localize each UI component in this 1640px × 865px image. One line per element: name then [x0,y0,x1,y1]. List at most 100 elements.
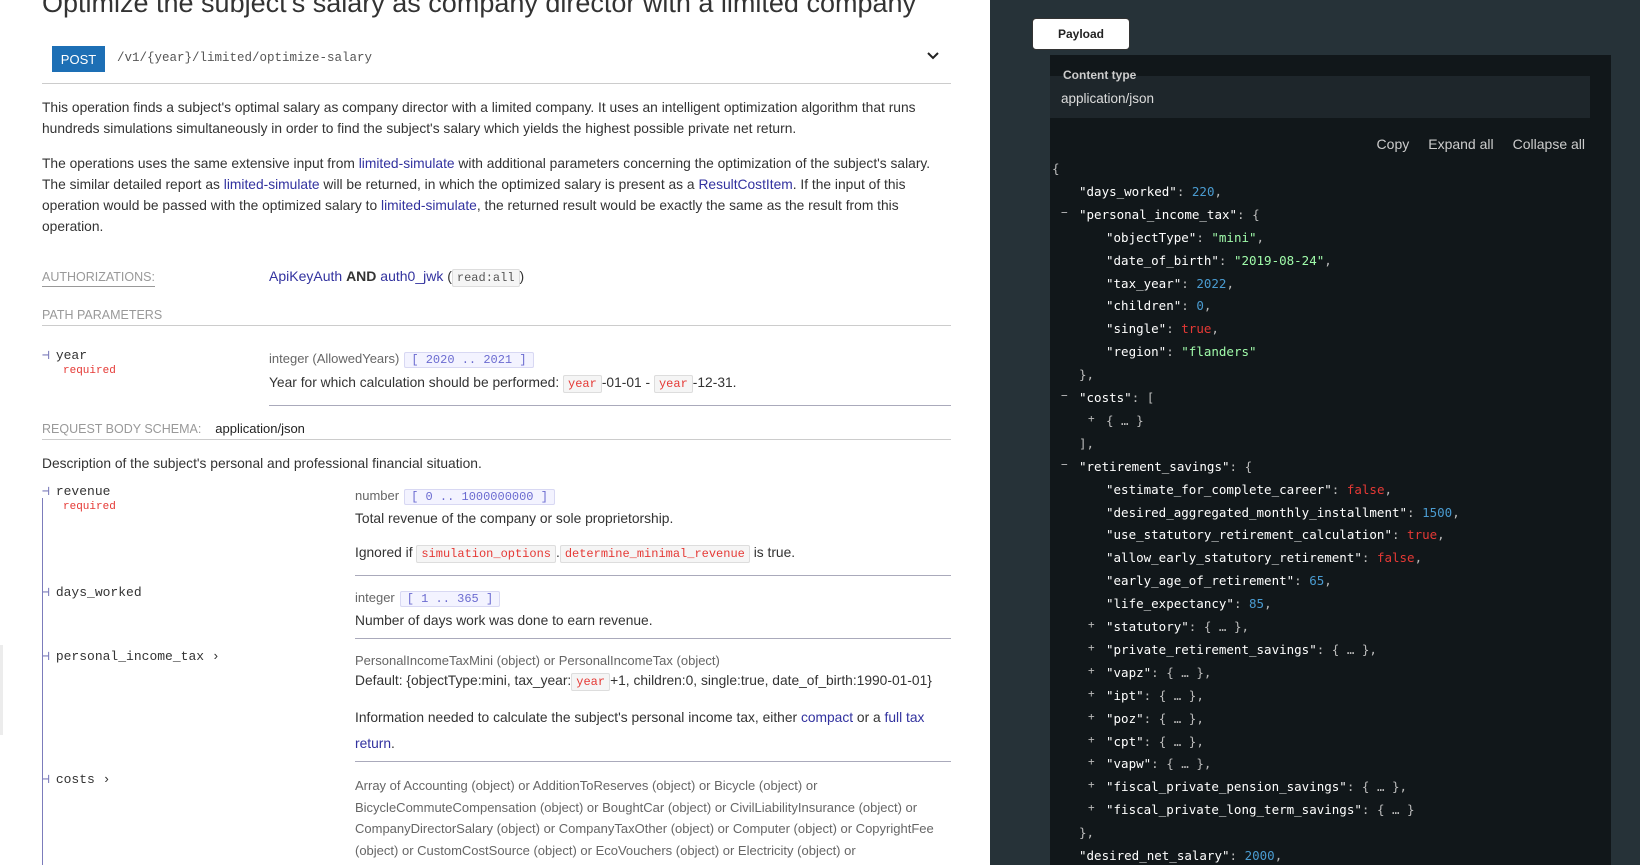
param-type: number [355,488,400,503]
text: will be returned, in which the optimized… [319,177,699,192]
param-days-worked-details: integer [ 1 .. 365 ] Number of days work … [355,589,653,631]
auth-apikey-link[interactable]: ApiKeyAuth [269,268,342,284]
param-personal-income-tax[interactable]: ⊣ personal_income_tax › [42,649,220,664]
link-limited-simulate[interactable]: limited-simulate [224,177,320,192]
expand-icon[interactable]: + [1088,687,1095,700]
tree-branch-icon: ⊣ [42,585,50,600]
json-line: "days_worked": 220, [1079,180,1222,203]
chevron-right-icon: › [204,649,220,664]
divider [42,439,951,440]
json-value: 2000 [1244,848,1275,863]
link-limited-simulate[interactable]: limited-simulate [381,198,477,213]
divider [269,405,951,406]
expand-icon[interactable]: + [1088,618,1095,631]
json-punct: : [1237,206,1253,222]
json-key: "fiscal_private_long_term_savings" [1106,802,1362,818]
expand-icon[interactable]: + [1088,755,1095,768]
authorizations-value: ApiKeyAuth AND auth0_jwk (read:all) [269,268,524,287]
param-days-worked: ⊣ days_worked [42,585,142,600]
scrollbar[interactable] [0,645,3,735]
content-type-value[interactable]: application/json [1061,91,1154,106]
json-line: "statutory": { … }, [1106,615,1249,638]
json-line: "children": 0, [1106,294,1211,317]
expand-icon[interactable]: + [1088,778,1095,791]
json-key: "ipt" [1106,687,1144,703]
json-punct: }, [1079,367,1095,383]
expand-icon[interactable]: + [1088,412,1095,425]
param-personal-income-tax-details: PersonalIncomeTaxMini (object) or Person… [355,653,951,757]
json-line: ], [1079,432,1094,455]
link-limited-simulate[interactable]: limited-simulate [359,156,455,171]
json-line: { … } [1106,409,1144,432]
json-line: "desired_aggregated_monthly_installment"… [1106,501,1460,524]
param-name: year [55,348,88,363]
divider [42,83,951,84]
link-result-cost-item[interactable]: ResultCostItem [698,177,792,192]
json-punct: , [1384,481,1393,497]
required-label: required [63,365,116,377]
json-key: "retirement_savings" [1079,458,1230,474]
expand-icon[interactable]: + [1088,664,1095,677]
json-punct: { … }, [1158,733,1204,749]
json-punct: , [1226,275,1234,291]
json-key: "date_of_birth" [1106,252,1219,268]
json-punct: , [1211,321,1219,337]
param-revenue-details: number [ 0 .. 1000000000 ] Total revenue … [355,487,951,565]
text: is true. [749,545,796,560]
expand-icon[interactable]: + [1088,641,1095,654]
param-revenue: ⊣ revenue required [42,484,116,513]
param-range: [ 2020 .. 2021 ] [404,352,534,368]
json-punct: : [1218,252,1234,268]
json-key: "fiscal_private_pension_savings" [1106,779,1347,795]
collapse-icon[interactable]: − [1061,389,1068,402]
json-punct: : [1361,802,1377,818]
json-punct: : [1166,321,1182,337]
json-punct: , [1324,252,1332,268]
json-line: "desired_net_salary": 2000, [1079,844,1282,865]
json-punct: : [1196,229,1212,245]
json-value: true [1407,527,1438,543]
code: simulation_options [416,545,556,563]
json-punct: : [1143,687,1159,703]
chevron-down-icon[interactable] [926,48,940,66]
collapse-all-button[interactable]: Collapse all [1513,136,1585,152]
text: . [391,736,395,751]
copy-button[interactable]: Copy [1377,136,1410,152]
json-punct: , [1203,298,1212,314]
collapse-icon[interactable]: − [1061,206,1068,219]
path-parameters-label: PATH PARAMETERS [42,308,163,322]
json-value: 0 [1196,298,1204,314]
json-punct: : [1316,641,1332,657]
text: Default: {objectType:mini, tax_year: [355,673,572,688]
tab-payload[interactable]: Payload [1032,18,1130,50]
json-punct: , [1214,183,1223,199]
json-punct: [ [1146,390,1155,405]
divider [355,638,951,639]
json-key: "vapw" [1106,756,1152,772]
json-punct: : [1294,573,1310,589]
json-punct: { … }, [1361,779,1408,795]
link-compact[interactable]: compact [801,710,853,725]
tree-branch-icon: ⊣ [42,484,50,499]
http-method-badge: POST [52,46,105,72]
authorizations-label: AUTHORIZATIONS: [42,270,155,287]
auth-jwk-link[interactable]: auth0_jwk [380,268,443,284]
json-punct: : [1229,458,1245,474]
text: Year for which calculation should be per… [269,375,563,390]
endpoint-path[interactable]: /v1/{year}/limited/optimize-salary [117,51,372,65]
code: year [653,375,693,393]
json-punct: { [1244,458,1253,474]
operation-details: The operations uses the same extensive i… [42,153,952,237]
text: +1, children:0, single:true, date_of_bir… [610,673,932,688]
expand-icon[interactable]: + [1088,801,1095,814]
param-costs[interactable]: ⊣ costs › [42,772,110,787]
json-line: "allow_early_statutory_retirement": fals… [1106,546,1422,569]
param-description: Number of days work was done to earn rev… [355,613,653,628]
expand-icon[interactable]: + [1088,733,1095,746]
collapse-icon[interactable]: − [1061,458,1068,471]
expand-all-button[interactable]: Expand all [1428,136,1493,152]
expand-icon[interactable]: + [1088,710,1095,723]
json-punct: { … }, [1166,664,1212,680]
json-punct: : [1151,664,1167,680]
text: Ignored if [355,545,417,560]
